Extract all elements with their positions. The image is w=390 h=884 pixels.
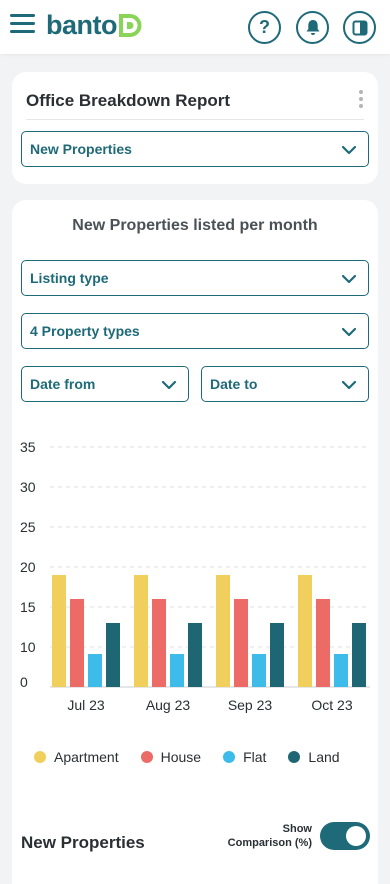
bar-land (352, 623, 366, 687)
property-types-select[interactable]: 4 Property types (21, 313, 369, 349)
toggle-label-line2: Comparison (%) (227, 837, 312, 849)
date-to-select[interactable]: Date to (201, 366, 369, 402)
help-button[interactable]: ? (248, 11, 281, 44)
y-tick-label: 25 (20, 519, 36, 535)
report-type-select[interactable]: New Properties (21, 131, 369, 167)
bar-land (270, 623, 284, 687)
bar-flat (252, 654, 266, 687)
panel-icon (352, 20, 367, 35)
x-tick-label: Jul 23 (67, 697, 105, 713)
chart-legend: Apartment House Flat Land (34, 749, 362, 765)
bar-apartment (216, 575, 230, 687)
bell-icon (306, 20, 319, 35)
chevron-down-icon (341, 274, 357, 284)
legend-item[interactable]: House (140, 749, 202, 765)
legend-dot-icon (288, 751, 301, 763)
logo-mark-icon (119, 14, 142, 37)
report-type-value: New Properties (30, 141, 132, 157)
bar-house (316, 599, 330, 687)
bar-flat (334, 654, 348, 687)
menu-icon[interactable] (10, 14, 35, 36)
legend-dot-icon (223, 751, 236, 763)
more-options-icon[interactable] (358, 90, 364, 108)
chart-title: New Properties listed per month (72, 217, 318, 234)
bar-apartment (52, 575, 66, 687)
bar-house (70, 599, 84, 687)
legend-dot-icon (34, 751, 46, 763)
date-from-value: Date from (30, 376, 96, 392)
report-title: Office Breakdown Report (26, 91, 231, 110)
logo: banto (46, 10, 143, 41)
section-title: New Properties (21, 833, 145, 852)
y-tick-label: 20 (20, 559, 36, 575)
chevron-down-icon (341, 145, 357, 155)
toggle-knob (346, 826, 366, 846)
notifications-button[interactable] (296, 11, 329, 44)
y-tick-label: 0 (20, 674, 28, 690)
help-icon: ? (259, 17, 270, 37)
bar-flat (170, 654, 184, 687)
listing-type-select[interactable]: Listing type (21, 260, 369, 296)
bar-house (152, 599, 166, 687)
chevron-down-icon (161, 380, 177, 390)
chevron-down-icon (341, 327, 357, 337)
bar-house (234, 599, 248, 687)
legend-item[interactable]: Land (288, 749, 340, 765)
report-card: Office Breakdown Report New Properties (12, 72, 378, 184)
bar-land (188, 623, 202, 687)
comparison-toggle[interactable] (320, 822, 370, 850)
legend-label: House (160, 749, 202, 765)
y-tick-label: 35 (20, 439, 36, 455)
legend-item[interactable]: Flat (223, 749, 266, 765)
bar-land (106, 623, 120, 687)
divider (26, 119, 364, 120)
comparison-toggle-label: Show Comparison (%) (212, 822, 312, 850)
y-tick-label: 10 (20, 639, 36, 655)
x-tick-label: Sep 23 (228, 697, 273, 713)
toggle-label-line1: Show (282, 823, 312, 835)
panel-toggle-button[interactable] (343, 11, 376, 44)
legend-item[interactable]: Apartment (34, 749, 119, 765)
logo-text: banto (46, 10, 118, 40)
y-tick-label: 15 (20, 599, 36, 615)
listing-type-value: Listing type (30, 270, 109, 286)
date-from-select[interactable]: Date from (21, 366, 189, 402)
top-bar: banto ? (0, 0, 390, 54)
bar-apartment (298, 575, 312, 687)
bar-apartment (134, 575, 148, 687)
x-tick-label: Oct 23 (311, 697, 352, 713)
legend-label: Apartment (54, 749, 119, 765)
x-tick-label: Aug 23 (146, 697, 191, 713)
date-to-value: Date to (210, 376, 258, 392)
legend-label: Land (308, 749, 340, 765)
y-tick-label: 30 (20, 479, 36, 495)
bar-flat (88, 654, 102, 687)
chevron-down-icon (341, 380, 357, 390)
bar-chart: 0 10 15 20 25 30 35 Jul 23 Aug 23 Sep 23 Oct 23 (20, 439, 370, 713)
chart-card: New Properties listed per month Listing … (12, 200, 378, 884)
legend-dot-icon (140, 751, 153, 763)
legend-label: Flat (243, 749, 267, 765)
property-types-value: 4 Property types (30, 323, 140, 339)
